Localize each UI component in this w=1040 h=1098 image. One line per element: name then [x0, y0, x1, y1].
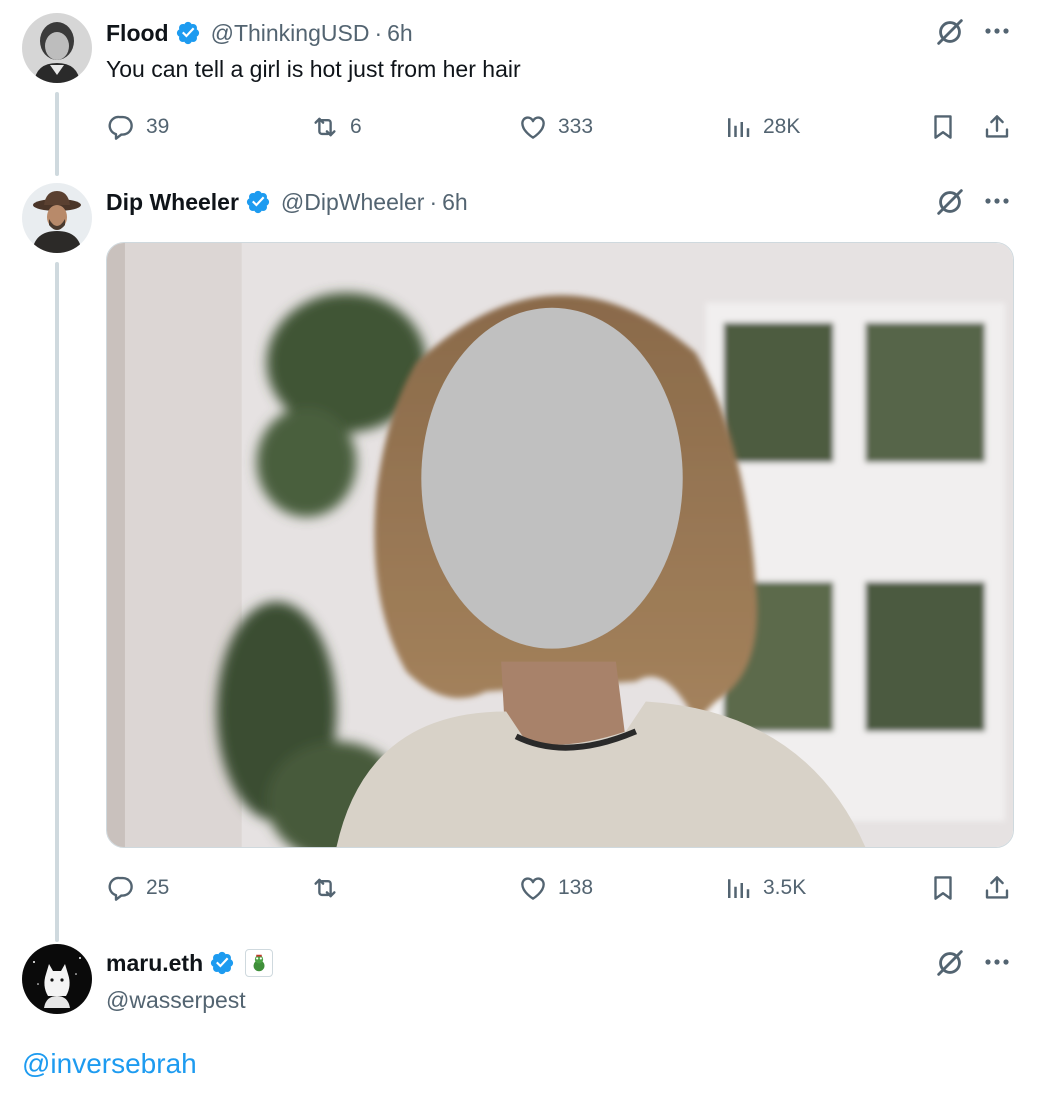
bookmark-button[interactable] — [928, 110, 958, 144]
reply-button[interactable]: 39 — [106, 110, 169, 144]
repost-icon — [314, 878, 336, 898]
bookmark-button[interactable] — [928, 871, 958, 905]
separator: · — [429, 188, 438, 215]
author-name[interactable]: Flood — [106, 20, 169, 47]
verified-badge-icon — [175, 20, 201, 46]
share-button[interactable] — [982, 871, 1012, 905]
tweet-header: Dip Wheeler @DipWheeler · 6h — [106, 185, 468, 219]
reply-icon — [108, 115, 133, 140]
more-icon[interactable] — [983, 187, 1011, 215]
mention-link[interactable]: @inversebrah — [22, 1048, 197, 1080]
affiliate-badge-icon[interactable] — [245, 949, 274, 977]
reply-button[interactable]: 25 — [106, 871, 169, 905]
tweet-media-image[interactable] — [106, 242, 1014, 848]
like-button[interactable]: 138 — [518, 871, 593, 905]
views-icon — [728, 879, 750, 898]
views-button[interactable]: 28K — [723, 110, 800, 144]
author-handle[interactable]: @wasserpest — [106, 987, 246, 1014]
share-button[interactable] — [982, 110, 1012, 144]
action-bar: 39 6 333 28K — [106, 110, 1016, 144]
verified-badge-icon — [209, 950, 235, 976]
like-icon — [521, 877, 545, 900]
more-icon[interactable] — [983, 17, 1011, 45]
like-count: 138 — [558, 876, 594, 899]
repost-button[interactable]: 6 — [310, 110, 362, 144]
thread-line — [55, 92, 59, 176]
repost-count: 6 — [350, 115, 362, 138]
bookmark-icon — [934, 876, 952, 900]
reply-count: 39 — [146, 115, 170, 138]
view-count: 28K — [763, 115, 801, 138]
like-button[interactable]: 333 — [518, 110, 593, 144]
repost-icon — [314, 117, 336, 137]
grok-icon[interactable] — [932, 14, 968, 50]
reply-count: 25 — [146, 876, 170, 899]
views-icon — [728, 118, 750, 137]
timestamp[interactable]: 6h — [387, 20, 413, 47]
view-count: 3.5K — [763, 876, 807, 899]
share-icon — [985, 876, 1009, 899]
grok-icon[interactable] — [932, 184, 968, 220]
tweet-header: Flood @ThinkingUSD · 6h — [106, 16, 413, 50]
tweet-header: maru.eth — [106, 946, 274, 980]
timestamp[interactable]: 6h — [442, 189, 468, 216]
author-name[interactable]: maru.eth — [106, 950, 203, 977]
avatar[interactable] — [22, 944, 92, 1014]
author-handle[interactable]: @DipWheeler — [281, 189, 425, 216]
reply-icon — [108, 876, 133, 901]
author-handle-row: @wasserpest — [106, 984, 246, 1016]
views-button[interactable]: 3.5K — [723, 871, 806, 905]
share-icon — [985, 115, 1009, 138]
avatar[interactable] — [22, 13, 92, 83]
action-bar: 25 138 3.5K — [106, 871, 1016, 905]
separator: · — [374, 19, 383, 46]
verified-badge-icon — [245, 189, 271, 215]
bookmark-icon — [934, 115, 952, 139]
author-name[interactable]: Dip Wheeler — [106, 189, 239, 216]
like-count: 333 — [558, 115, 594, 138]
repost-button[interactable] — [310, 871, 350, 905]
avatar[interactable] — [22, 183, 92, 253]
grok-icon[interactable] — [932, 945, 968, 981]
more-icon[interactable] — [983, 948, 1011, 976]
tweet-text: You can tell a girl is hot just from her… — [106, 56, 521, 82]
thread-line — [55, 262, 59, 942]
like-icon — [521, 116, 545, 139]
author-handle[interactable]: @ThinkingUSD — [211, 20, 370, 47]
